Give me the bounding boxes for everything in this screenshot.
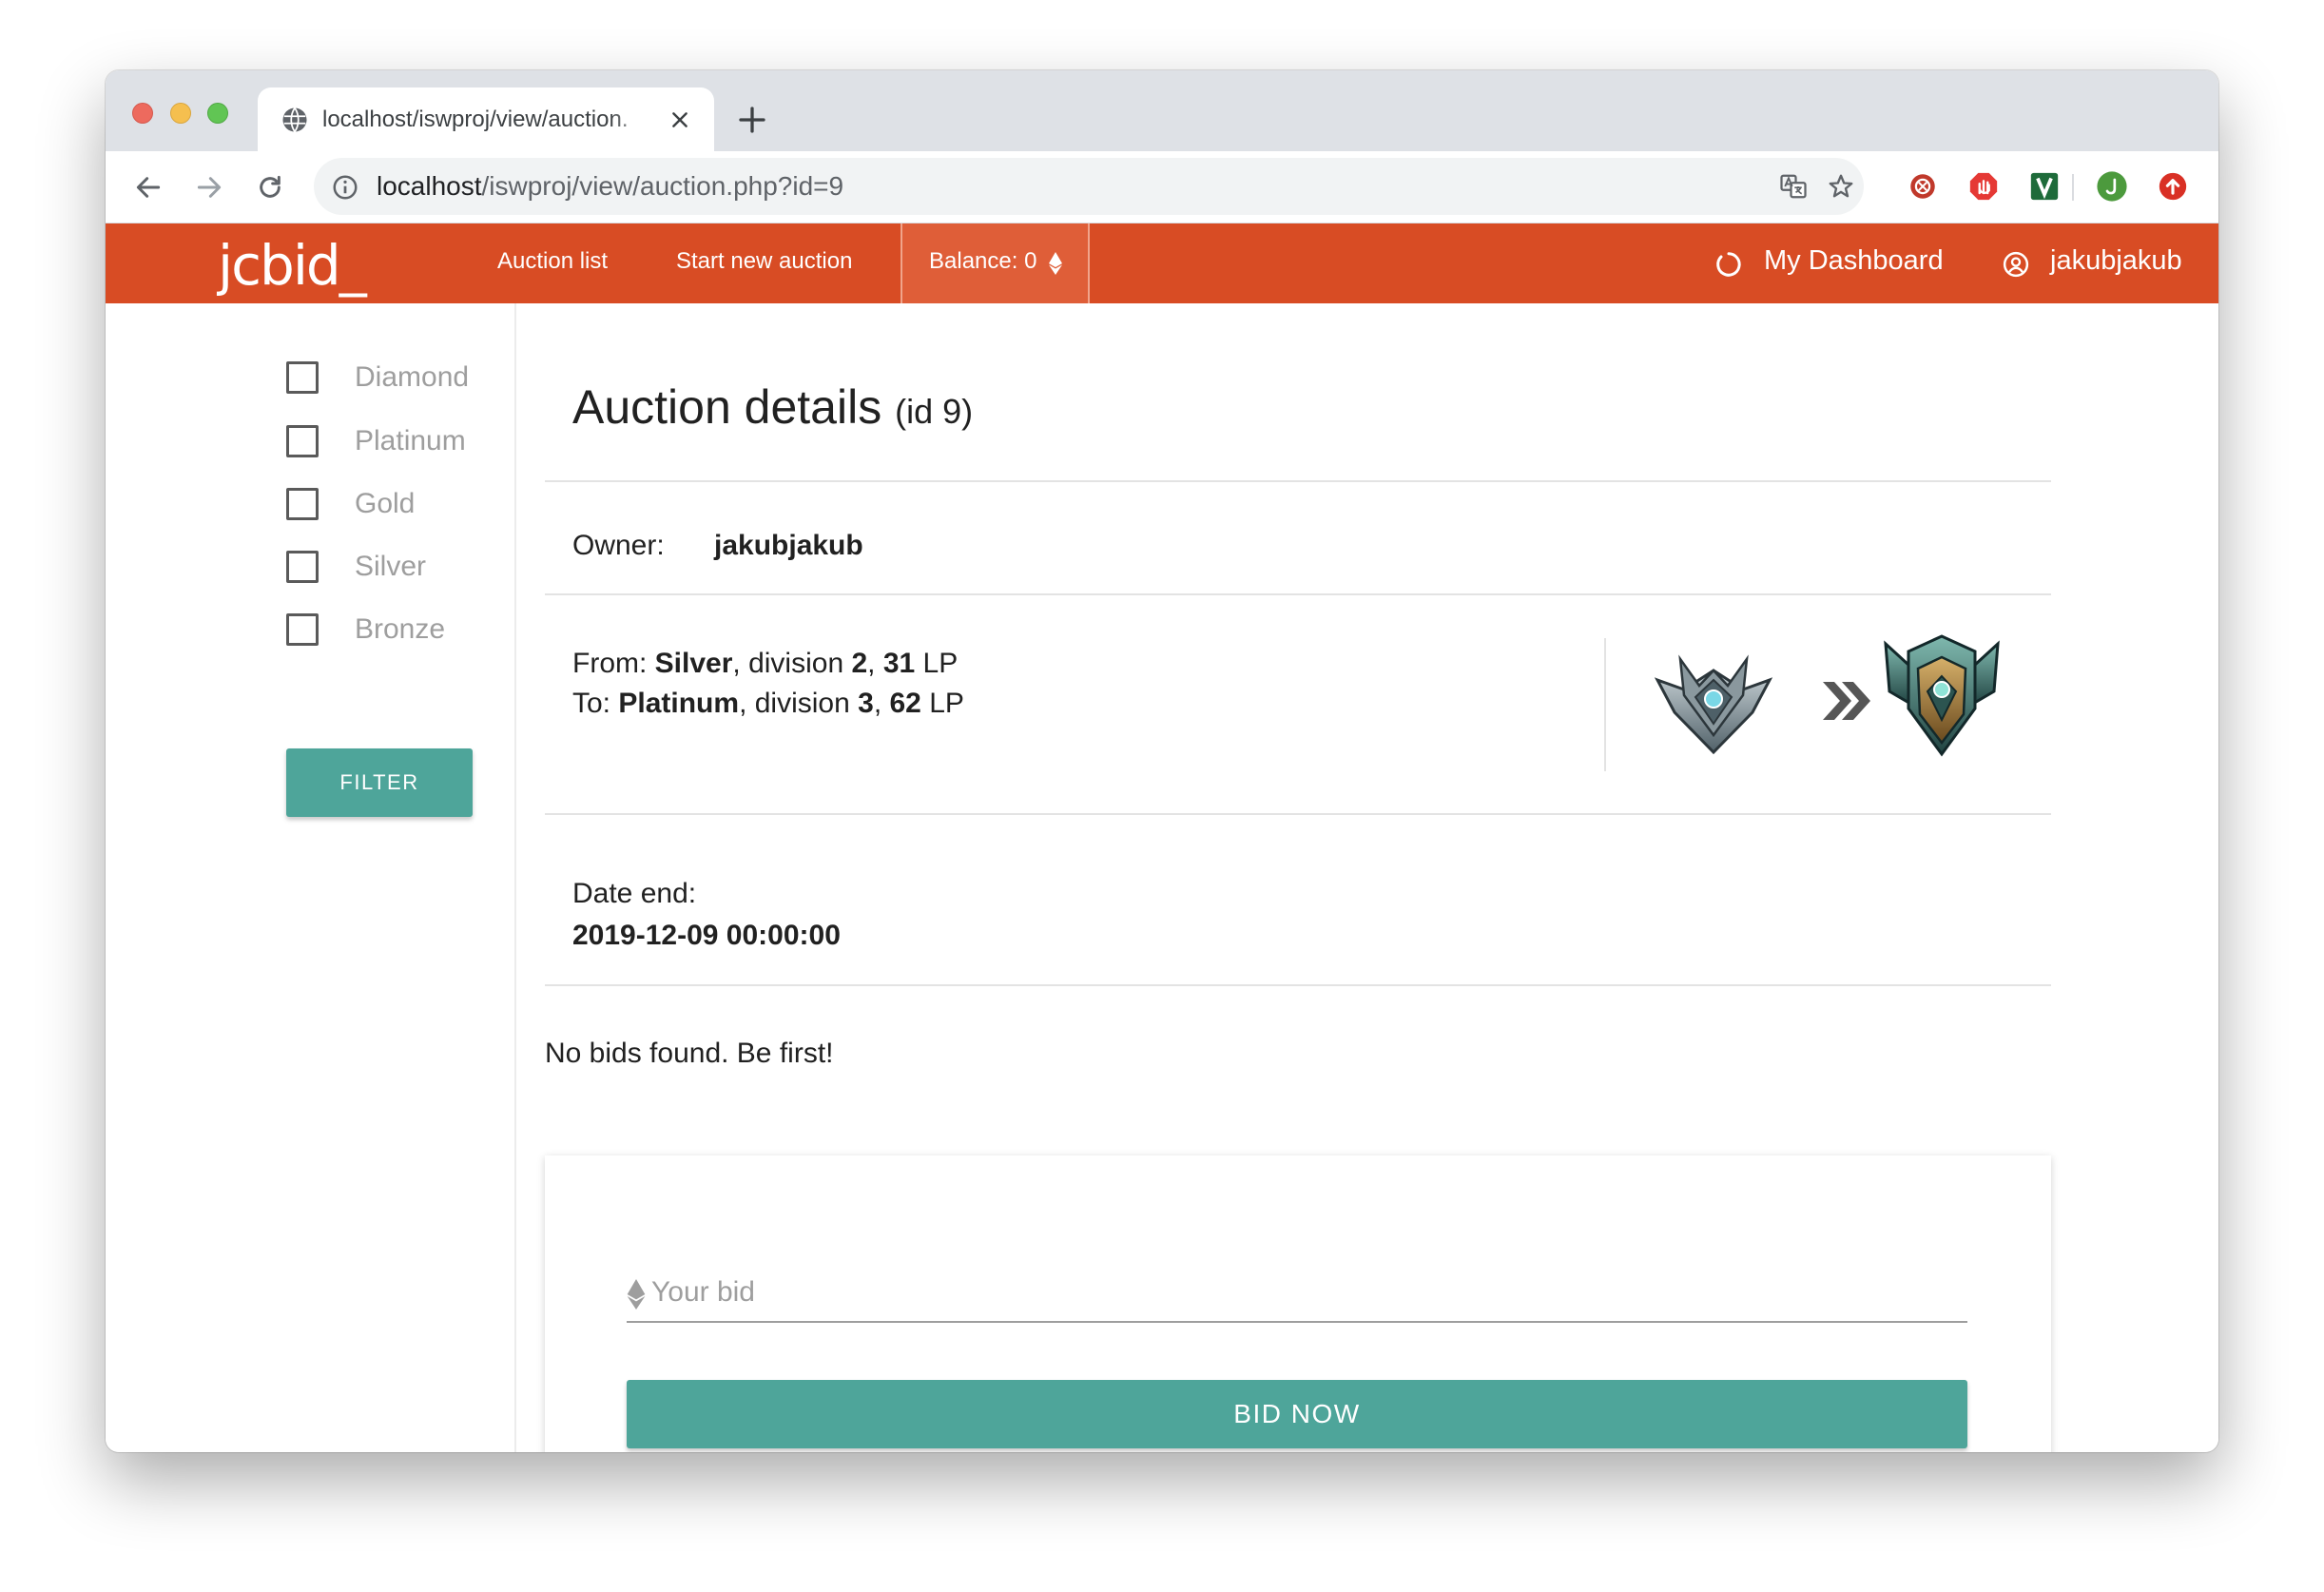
double-chevron-right-icon: [1823, 682, 1870, 720]
to-label: To:: [572, 688, 611, 719]
from-rank-line: From: Silver, division 2, 31 LP: [572, 648, 959, 679]
nav-username[interactable]: jakubjakub: [2050, 245, 2182, 277]
browser-window: localhost/iswproj/view/auction. localhos…: [106, 70, 2218, 1452]
to-rank-line: To: Platinum, division 3, 62 LP: [572, 688, 964, 719]
to-lp: 62: [889, 688, 921, 719]
from-label: From:: [572, 648, 648, 679]
filter-label: Platinum: [355, 425, 466, 456]
filter-checkbox-silver[interactable]: Silver: [286, 548, 505, 586]
plus-icon[interactable]: [738, 106, 766, 134]
adblock-icon[interactable]: [1967, 170, 2000, 203]
close-icon[interactable]: [669, 109, 690, 130]
filter-checkbox-gold[interactable]: Gold: [286, 485, 505, 523]
maximize-window-button[interactable]: [207, 103, 228, 124]
bid-form-card: BID NOW: [545, 1155, 2051, 1452]
page-title-text: Auction details: [572, 380, 882, 434]
date-end-label: Date end:: [572, 878, 697, 909]
to-division: 3: [858, 688, 874, 719]
reload-icon[interactable]: [255, 172, 285, 203]
nav-start-new-auction[interactable]: Start new auction: [676, 248, 852, 275]
browser-tab[interactable]: localhost/iswproj/view/auction.: [258, 87, 714, 151]
filter-sidebar: Diamond Platinum Gold Silver Bronze FILT…: [106, 303, 516, 1452]
divider: [545, 593, 2051, 595]
nav-my-dashboard[interactable]: My Dashboard: [1764, 245, 1944, 277]
info-icon[interactable]: [331, 173, 359, 202]
checkbox[interactable]: [286, 551, 319, 583]
filter-label: Bronze: [355, 613, 446, 645]
url-text[interactable]: localhost/iswproj/view/auction.php?id=9: [377, 171, 843, 202]
ethereum-icon: [1049, 252, 1062, 275]
lp-unit: LP: [929, 688, 964, 719]
bid-now-button[interactable]: BID NOW: [627, 1380, 1967, 1448]
balance-label: Balance: 0: [929, 248, 1037, 274]
tab-strip: localhost/iswproj/view/auction.: [106, 70, 2218, 151]
to-division-text: , division: [739, 688, 850, 719]
from-division-text: , division: [732, 648, 844, 679]
spinner-icon: [1716, 252, 1741, 277]
vertical-divider: [1604, 638, 1606, 771]
divider: [545, 813, 2051, 815]
tab-title: localhost/iswproj/view/auction.: [322, 107, 629, 132]
bid-amount-input[interactable]: [627, 1264, 1967, 1323]
nav-balance[interactable]: Balance: 0: [901, 223, 1090, 303]
address-bar[interactable]: localhost/iswproj/view/auction.php?id=9: [314, 158, 1864, 215]
url-path: /iswproj/view/auction.php?id=9: [481, 171, 844, 201]
filter-checkbox-diamond[interactable]: Diamond: [286, 359, 505, 397]
platinum-emblem-icon: [1884, 634, 2000, 757]
close-window-button[interactable]: [132, 103, 153, 124]
checkbox[interactable]: [286, 488, 319, 520]
owner-value[interactable]: jakubjakub: [714, 530, 863, 562]
date-end-value: 2019-12-09 00:00:00: [572, 920, 841, 951]
forward-icon[interactable]: [194, 172, 224, 203]
filter-label: Diamond: [355, 361, 470, 393]
star-icon[interactable]: [1827, 172, 1855, 201]
filter-label: Gold: [355, 488, 416, 519]
tab-title-fade: [610, 97, 657, 141]
filter-button[interactable]: FILTER: [286, 748, 473, 817]
update-available-icon[interactable]: [2157, 170, 2189, 203]
back-icon[interactable]: [133, 172, 164, 203]
brand-logo[interactable]: jcbid_: [218, 233, 367, 298]
toolbar-separator: [2072, 174, 2074, 201]
profile-avatar[interactable]: [2096, 170, 2128, 203]
no-bids-message: No bids found. Be first!: [545, 1038, 834, 1069]
browser-toolbar: localhost/iswproj/view/auction.php?id=9: [106, 151, 2218, 223]
filter-checkbox-platinum[interactable]: Platinum: [286, 422, 505, 460]
from-lp: 31: [882, 648, 916, 679]
divider: [545, 480, 2051, 482]
web-page: jcbid_ Auction list Start new auction Ba…: [106, 223, 2218, 1452]
extension-block-icon[interactable]: [1907, 170, 1939, 203]
to-tier: Platinum: [618, 688, 740, 719]
owner-label: Owner:: [572, 530, 665, 561]
minimize-window-button[interactable]: [170, 103, 191, 124]
nav-auction-list[interactable]: Auction list: [497, 248, 608, 275]
auction-id: (id 9): [895, 392, 974, 431]
filter-checkbox-bronze[interactable]: Bronze: [286, 611, 505, 649]
from-division: 2: [851, 648, 868, 679]
from-tier: Silver: [654, 648, 733, 679]
globe-icon: [282, 107, 307, 132]
top-navbar: jcbid_ Auction list Start new auction Ba…: [106, 223, 2218, 303]
checkbox[interactable]: [286, 425, 319, 457]
filter-label: Silver: [355, 551, 427, 582]
url-host: localhost: [377, 171, 482, 201]
checkbox[interactable]: [286, 613, 319, 646]
auction-details: Auction details (id 9) Owner: jakubjakub…: [545, 303, 2051, 1452]
checkbox[interactable]: [286, 361, 319, 394]
lp-unit: LP: [922, 648, 959, 679]
account-circle-icon: [2003, 251, 2029, 278]
silver-emblem-icon: [1654, 654, 1773, 754]
vue-devtools-icon[interactable]: [2028, 170, 2061, 203]
page-title: Auction details (id 9): [572, 379, 973, 435]
translate-icon[interactable]: [1779, 172, 1808, 201]
divider: [545, 984, 2051, 986]
